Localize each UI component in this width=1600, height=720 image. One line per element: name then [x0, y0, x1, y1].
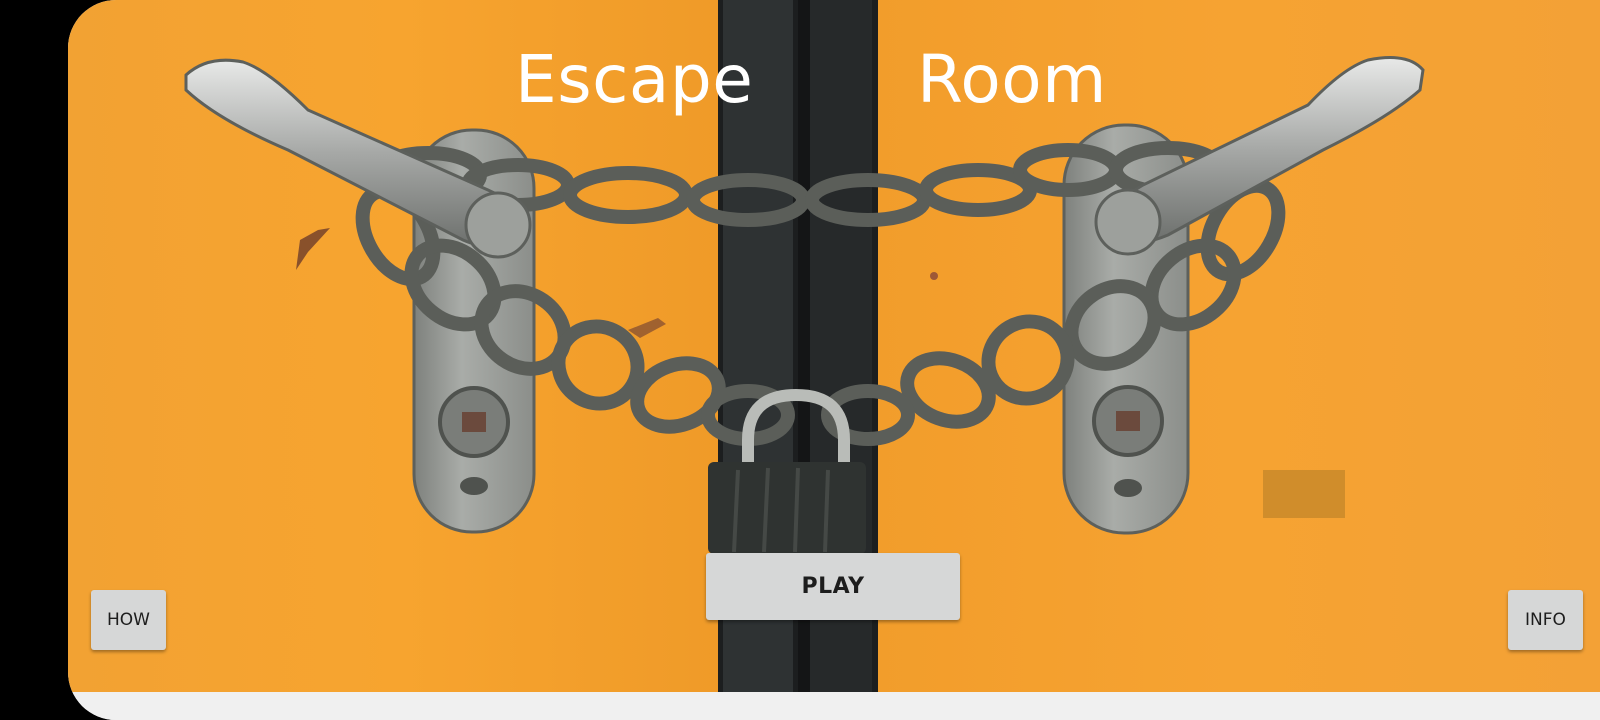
- play-button[interactable]: PLAY: [706, 553, 960, 620]
- info-button[interactable]: INFO: [1508, 590, 1583, 650]
- bottom-navigation-strip: [68, 692, 1600, 720]
- how-button[interactable]: HOW: [91, 590, 166, 650]
- title-word-escape: Escape: [515, 41, 754, 118]
- title-word-room: Room: [917, 41, 1107, 118]
- game-screen: Escape Room PLAY HOW INFO: [68, 0, 1600, 720]
- background-scene: Escape Room PLAY HOW INFO: [68, 0, 1600, 692]
